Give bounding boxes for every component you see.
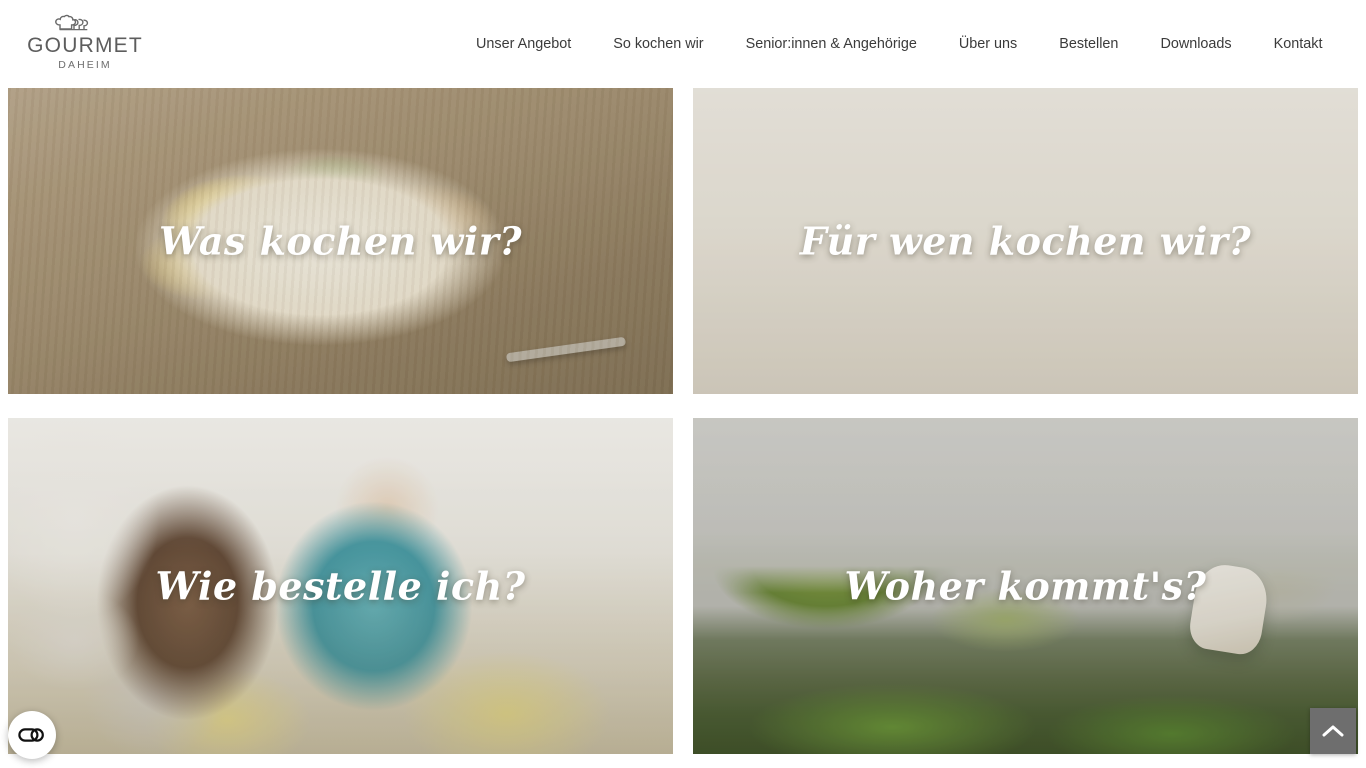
main-navigation: Unser Angebot So kochen wir Senior:innen… [455, 0, 1343, 88]
tile-fuer-wen-kochen-wir[interactable]: Für wen kochen wir? [693, 88, 1358, 394]
tile-wie-bestelle-ich[interactable]: Wie bestelle ich? [8, 418, 673, 754]
tile-overlay [693, 418, 1358, 754]
logo-subtitle: DAHEIM [58, 59, 112, 71]
site-logo[interactable]: GOURMET DAHEIM [27, 13, 143, 75]
nav-item-unser-angebot[interactable]: Unser Angebot [455, 36, 592, 51]
nav-item-downloads[interactable]: Downloads [1139, 36, 1252, 51]
site-header: GOURMET DAHEIM Unser Angebot So kochen w… [0, 0, 1366, 88]
nav-item-seniorinnen[interactable]: Senior:innen & Angehörige [725, 36, 938, 51]
nav-item-bestellen[interactable]: Bestellen [1038, 36, 1139, 51]
tile-was-kochen-wir[interactable]: Was kochen wir? [8, 88, 673, 394]
nav-item-ueber-uns[interactable]: Über uns [938, 36, 1038, 51]
tile-overlay [693, 88, 1358, 394]
accessibility-widget-button[interactable] [8, 711, 56, 759]
nav-item-kontakt[interactable]: Kontakt [1253, 36, 1344, 51]
chevron-up-icon [1322, 725, 1344, 737]
accessibility-toggle-icon [18, 728, 44, 742]
tile-overlay [8, 418, 673, 754]
scroll-to-top-button[interactable] [1310, 708, 1356, 754]
tile-overlay [8, 88, 673, 394]
tile-woher-kommts[interactable]: Woher kommt's? [693, 418, 1358, 754]
logo-wordmark: GOURMET [27, 34, 143, 57]
nav-item-so-kochen-wir[interactable]: So kochen wir [592, 36, 724, 51]
chef-hats-icon [55, 14, 89, 31]
category-tile-grid: Was kochen wir? Für wen kochen wir? Wie … [0, 88, 1366, 768]
